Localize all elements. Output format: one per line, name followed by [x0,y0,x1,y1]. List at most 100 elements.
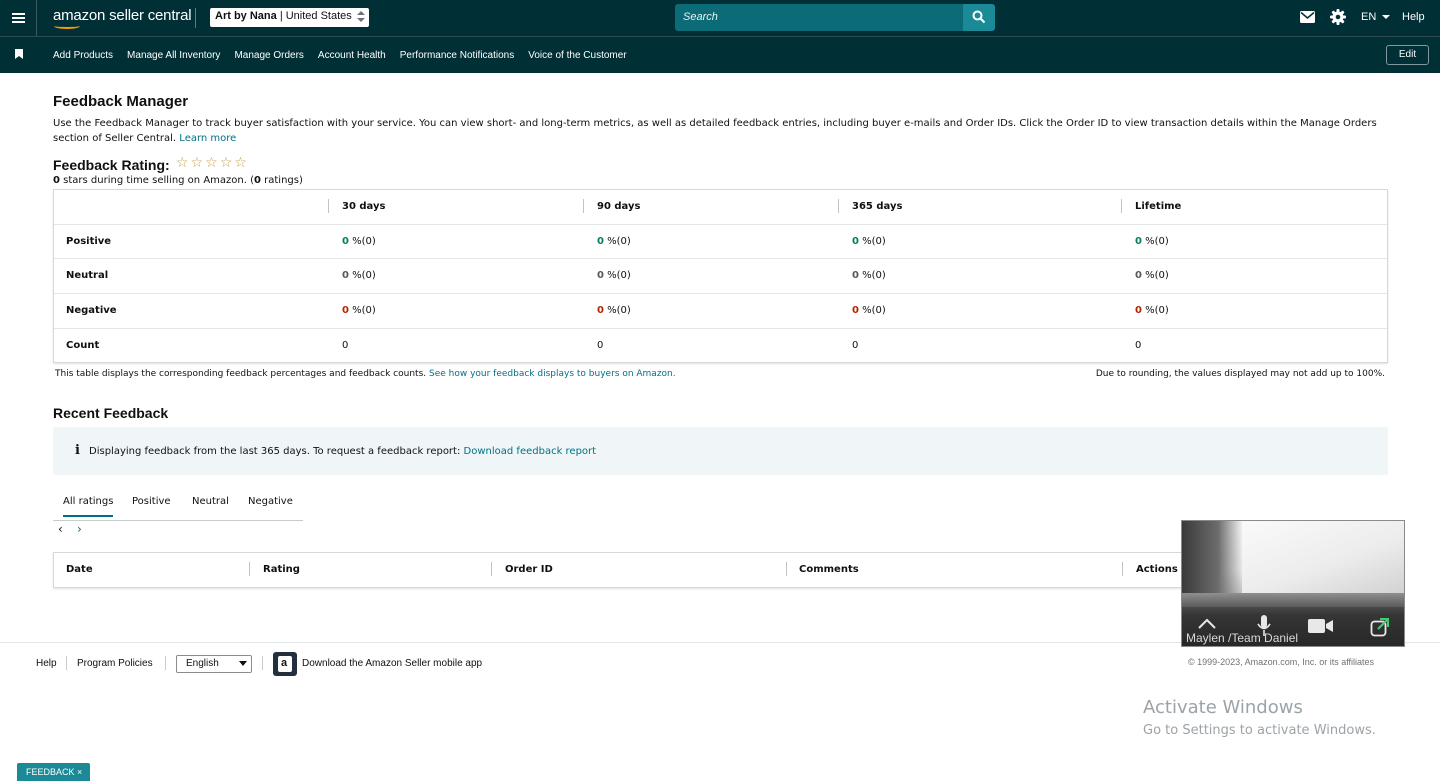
download-report-link[interactable]: Download feedback report [464,446,597,457]
footer-help-link[interactable]: Help [36,658,57,669]
info-alert: i Displaying feedback from the last 365 … [53,427,1388,475]
metric-cell: 0 %(0) [1135,259,1169,293]
feedback-display-link[interactable]: See how your feedback displays to buyers… [429,369,676,379]
column-header-rating[interactable]: Rating [263,564,300,575]
column-divider [249,562,250,576]
info-icon: i [75,443,80,458]
column-header-lifetime: Lifetime [1135,201,1182,212]
star-rating: ☆ ☆ ☆ ☆ ☆ [176,156,247,170]
learn-more-link[interactable]: Learn more [179,133,236,144]
metric-value: 0 [1135,236,1142,247]
mail-icon[interactable] [1300,11,1315,23]
metric-value: 0 [597,270,604,281]
nav-items: Add Products Manage All Inventory Manage… [53,50,641,61]
footer-divider-line [262,656,263,670]
help-link[interactable]: Help [1402,11,1425,23]
chevron-right-icon[interactable]: › [77,522,82,536]
mobile-app-link[interactable]: Download the Amazon Seller mobile app [302,658,482,669]
column-header-365-days: 365 days [852,201,903,212]
column-divider [1121,199,1122,213]
edit-nav-button[interactable]: Edit [1386,45,1429,65]
metric-suffix: %(0) [858,236,886,247]
nav-item-account-health[interactable]: Account Health [318,50,386,61]
hamburger-menu-icon[interactable] [0,0,37,36]
video-feed [1242,521,1404,599]
program-policies-link[interactable]: Program Policies [77,658,153,669]
metric-cell: 0 %(0) [342,225,376,259]
nav-item-manage-all-inventory[interactable]: Manage All Inventory [127,50,220,61]
nav-item-add-products[interactable]: Add Products [53,50,113,61]
metric-value: 0 [1135,270,1142,281]
nav-bar: Add Products Manage All Inventory Manage… [0,36,1440,73]
search-icon [972,10,986,24]
windows-watermark-title: Activate Windows [1143,697,1303,718]
column-header-comments[interactable]: Comments [799,564,859,575]
intro-text: Use the Feedback Manager to track buyer … [53,116,1388,146]
metric-suffix: %(0) [603,236,631,247]
metrics-row-neutral: Neutral 0 %(0) 0 %(0) 0 %(0) 0 %(0) [54,258,1387,293]
metric-value: 0 [852,270,859,281]
column-header-order-id[interactable]: Order ID [505,564,553,575]
intro-body: Use the Feedback Manager to track buyer … [53,118,1377,144]
column-divider [1122,562,1123,576]
chevron-left-icon[interactable]: ‹ [58,522,63,536]
amazon-smile-icon [54,23,80,29]
column-header-date[interactable]: Date [66,564,93,575]
metric-cell: 0 %(0) [597,259,631,293]
row-label-positive: Positive [66,236,112,247]
star-icon: ☆ [234,155,247,171]
search-button[interactable] [963,4,995,31]
metrics-row-negative: Negative 0 %(0) 0 %(0) 0 %(0) 0 %(0) [54,293,1387,328]
metric-cell: 0 %(0) [852,294,886,328]
search-input[interactable]: Search [675,4,963,31]
tab-neutral[interactable]: Neutral [192,496,229,507]
nav-item-voice-of-the-customer[interactable]: Voice of the Customer [528,50,626,61]
amazon-app-icon[interactable]: a [273,652,297,676]
star-icon: ☆ [190,155,204,171]
page-title: Feedback Manager [53,93,189,110]
metric-cell: 0 %(0) [597,225,631,259]
rating-summary-text-1: stars during time selling on Amazon. ( [59,175,254,186]
column-divider [786,562,787,576]
tab-all-ratings[interactable]: All ratings [63,496,114,517]
row-label-count: Count [66,340,100,351]
store-selector[interactable]: Art by Nana | United States [210,8,369,27]
tab-positive[interactable]: Positive [132,496,171,507]
feedback-rating-title: Feedback Rating: [53,157,170,173]
feedback-tab-button[interactable]: FEEDBACK × [17,763,90,781]
metric-cell: 0 %(0) [342,259,376,293]
tab-negative[interactable]: Negative [248,496,293,507]
column-divider [328,199,329,213]
language-select[interactable]: English [176,655,252,673]
select-arrows-icon [357,10,366,24]
nav-item-manage-orders[interactable]: Manage Orders [234,50,303,61]
metric-value: 0 [342,236,349,247]
rating-summary-stars: 0 [53,175,60,186]
metric-value: 0 [852,305,859,316]
video-call-overlay[interactable]: Maylen /Team Daniel [1181,520,1405,647]
chevron-up-icon[interactable] [1197,618,1217,630]
metric-value: 0 [342,305,349,316]
star-icon: ☆ [205,155,218,171]
metric-suffix: %(0) [603,270,631,281]
external-link-icon[interactable] [1370,617,1390,637]
store-name: Art by Nana [215,10,277,22]
bookmark-icon[interactable] [15,49,23,59]
participant-name: Maylen /Team Daniel [1186,631,1299,645]
metric-suffix: %(0) [1141,236,1169,247]
count-value: 0 [342,340,349,351]
metric-value: 0 [1135,305,1142,316]
metric-cell: 0 %(0) [597,294,631,328]
metrics-header-row: 30 days 90 days 365 days Lifetime [54,190,1387,225]
metric-suffix: %(0) [348,270,376,281]
gear-icon[interactable] [1330,9,1346,25]
column-divider [491,562,492,576]
seller-central-logo[interactable]: amazon seller central [53,7,192,24]
camera-icon[interactable] [1308,618,1334,634]
language-selector[interactable]: EN [1361,11,1391,23]
chevron-down-icon [1382,15,1391,20]
rating-tabs: All ratings Positive Neutral Negative [53,489,303,521]
nav-item-performance-notifications[interactable]: Performance Notifications [400,50,515,61]
pagination: ‹ › [58,522,82,536]
metrics-row-count: Count 0 0 0 0 [54,328,1387,363]
